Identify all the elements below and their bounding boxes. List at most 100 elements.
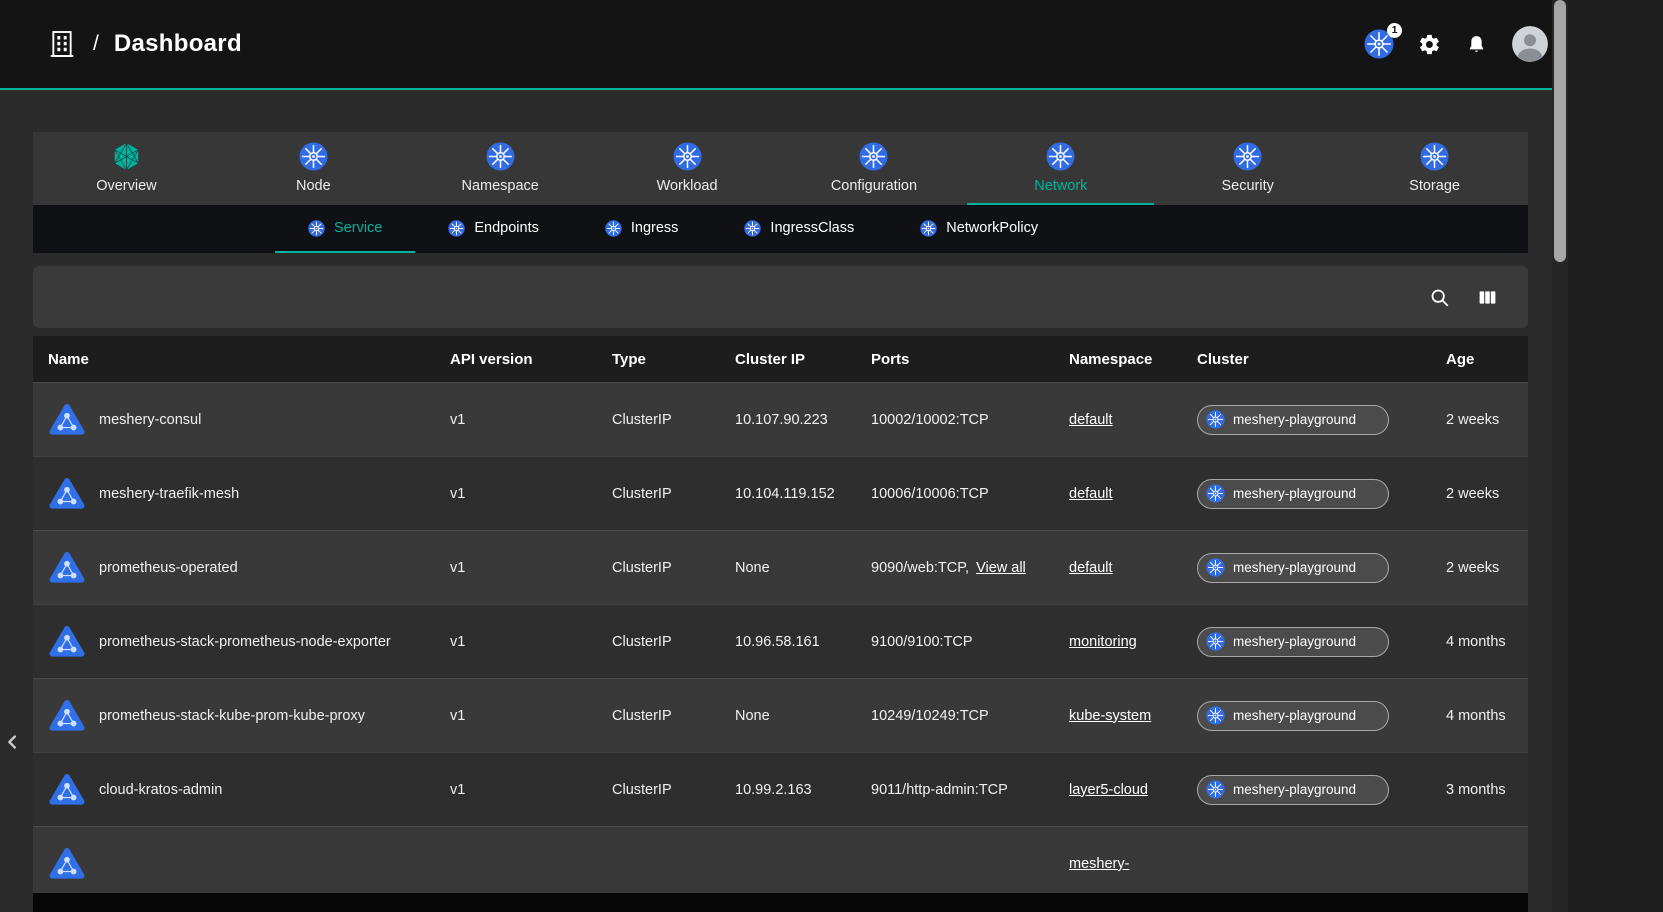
- view-columns-button[interactable]: [1477, 287, 1498, 308]
- cluster-chip[interactable]: meshery-playground: [1197, 479, 1389, 509]
- ports-text: 9011/http-admin:TCP: [871, 782, 1008, 798]
- column-header-namespace[interactable]: Namespace: [1069, 351, 1197, 368]
- api-version-cell: v1: [450, 486, 612, 502]
- breadcrumb-separator: /: [93, 32, 99, 56]
- tab-storage[interactable]: Storage: [1341, 132, 1528, 205]
- column-header-age[interactable]: Age: [1446, 351, 1528, 368]
- type-cell: ClusterIP: [612, 634, 735, 650]
- age-cell: 4 months: [1446, 708, 1528, 724]
- tab-security[interactable]: Security: [1154, 132, 1341, 205]
- cluster-ip-cell: None: [735, 560, 871, 576]
- kubernetes-icon: [859, 142, 888, 171]
- kubernetes-icon: [605, 220, 622, 237]
- subtab-label: Ingress: [631, 220, 679, 236]
- kubernetes-icon: [308, 220, 325, 237]
- view-all-ports-link[interactable]: View all: [976, 560, 1026, 576]
- main-content: Overview Node Namespace Workload: [33, 132, 1528, 900]
- settings-button[interactable]: [1418, 33, 1441, 56]
- subtab-service[interactable]: Service: [275, 205, 415, 253]
- table-row[interactable]: prometheus-stack-prometheus-node-exporte…: [33, 604, 1528, 678]
- cluster-chip[interactable]: meshery-playground: [1197, 701, 1389, 731]
- column-header-cluster[interactable]: Cluster: [1197, 351, 1446, 368]
- table-row[interactable]: meshery-consul v1 ClusterIP 10.107.90.22…: [33, 382, 1528, 456]
- column-header-name[interactable]: Name: [33, 351, 450, 368]
- cluster-chip[interactable]: meshery-playground: [1197, 627, 1389, 657]
- subtab-endpoints[interactable]: Endpoints: [415, 205, 572, 253]
- cluster-name: meshery-playground: [1233, 486, 1356, 501]
- service-icon: [48, 551, 86, 585]
- namespace-cell: default: [1069, 560, 1197, 576]
- namespace-link[interactable]: default: [1069, 412, 1113, 428]
- namespace-link[interactable]: layer5-cloud: [1069, 782, 1148, 798]
- type-cell: ClusterIP: [612, 782, 735, 798]
- kubernetes-icon: [1206, 706, 1225, 725]
- scrollbar-thumb[interactable]: [1554, 0, 1566, 262]
- column-header-api-version[interactable]: API version: [450, 351, 612, 368]
- api-version-cell: v1: [450, 708, 612, 724]
- building-icon[interactable]: [46, 28, 78, 60]
- name-cell: prometheus-stack-kube-prom-kube-proxy: [33, 699, 450, 733]
- name-cell: meshery-traefik-mesh: [33, 477, 450, 511]
- service-name: meshery-consul: [99, 412, 201, 428]
- kubernetes-icon: [1420, 142, 1449, 171]
- service-name: prometheus-operated: [99, 560, 238, 576]
- ports-cell: 9090/web:TCP,View all: [871, 560, 1069, 576]
- namespace-cell: meshery-: [1069, 856, 1197, 872]
- table-row[interactable]: meshery-: [33, 826, 1528, 900]
- chevron-left-icon: [0, 731, 26, 753]
- ports-text: 10249/10249:TCP: [871, 708, 989, 724]
- column-header-cluster-ip[interactable]: Cluster IP: [735, 351, 871, 368]
- column-header-ports[interactable]: Ports: [871, 351, 1069, 368]
- services-table: Name API version Type Cluster IP Ports N…: [33, 336, 1528, 900]
- tab-configuration[interactable]: Configuration: [781, 132, 968, 205]
- namespace-link[interactable]: default: [1069, 560, 1113, 576]
- ports-text: 10002/10002:TCP: [871, 412, 989, 428]
- cluster-cell: meshery-playground: [1197, 701, 1446, 731]
- subtab-ingressclass[interactable]: IngressClass: [711, 205, 887, 253]
- tab-namespace[interactable]: Namespace: [407, 132, 594, 205]
- namespace-link[interactable]: kube-system: [1069, 708, 1151, 724]
- table-row[interactable]: meshery-traefik-mesh v1 ClusterIP 10.104…: [33, 456, 1528, 530]
- search-button[interactable]: [1429, 287, 1450, 308]
- namespace-cell: default: [1069, 486, 1197, 502]
- cluster-name: meshery-playground: [1233, 634, 1356, 649]
- name-cell: cloud-kratos-admin: [33, 773, 450, 807]
- subtab-networkpolicy[interactable]: NetworkPolicy: [887, 205, 1071, 253]
- service-icon: [48, 773, 86, 807]
- ports-cell: 10006/10006:TCP: [871, 486, 1069, 502]
- topbar: / Dashboard 1: [0, 0, 1568, 88]
- cluster-cell: meshery-playground: [1197, 479, 1446, 509]
- age-cell: 2 weeks: [1446, 560, 1528, 576]
- notifications-bell-button[interactable]: [1465, 33, 1488, 56]
- vertical-scrollbar[interactable]: [1552, 0, 1568, 912]
- collapse-drawer-button[interactable]: [0, 726, 26, 758]
- cluster-connection-button[interactable]: 1: [1364, 29, 1394, 59]
- namespace-link[interactable]: meshery-: [1069, 856, 1129, 872]
- column-header-type[interactable]: Type: [612, 351, 735, 368]
- cluster-chip[interactable]: meshery-playground: [1197, 405, 1389, 435]
- service-name: prometheus-stack-kube-prom-kube-proxy: [99, 708, 365, 724]
- tab-node[interactable]: Node: [220, 132, 407, 205]
- tab-overview[interactable]: Overview: [33, 132, 220, 205]
- name-cell: meshery-consul: [33, 403, 450, 437]
- cluster-chip[interactable]: meshery-playground: [1197, 553, 1389, 583]
- namespace-link[interactable]: default: [1069, 486, 1113, 502]
- ports-text: 9100/9100:TCP: [871, 634, 973, 650]
- subtab-ingress[interactable]: Ingress: [572, 205, 712, 253]
- app-window: / Dashboard 1 Overview: [0, 0, 1568, 912]
- tab-network[interactable]: Network: [967, 132, 1154, 205]
- kubernetes-icon: [744, 220, 761, 237]
- cluster-ip-cell: 10.99.2.163: [735, 782, 871, 798]
- cluster-ip-cell: 10.96.58.161: [735, 634, 871, 650]
- table-row[interactable]: prometheus-operated v1 ClusterIP None 90…: [33, 530, 1528, 604]
- user-avatar[interactable]: [1512, 26, 1548, 62]
- table-row[interactable]: prometheus-stack-kube-prom-kube-proxy v1…: [33, 678, 1528, 752]
- tab-workload[interactable]: Workload: [594, 132, 781, 205]
- namespace-cell: monitoring: [1069, 634, 1197, 650]
- namespace-link[interactable]: monitoring: [1069, 634, 1137, 650]
- kubernetes-icon: [448, 220, 465, 237]
- cluster-chip[interactable]: meshery-playground: [1197, 775, 1389, 805]
- table-row[interactable]: cloud-kratos-admin v1 ClusterIP 10.99.2.…: [33, 752, 1528, 826]
- table-body: meshery-consul v1 ClusterIP 10.107.90.22…: [33, 382, 1528, 900]
- cluster-cell: meshery-playground: [1197, 775, 1446, 805]
